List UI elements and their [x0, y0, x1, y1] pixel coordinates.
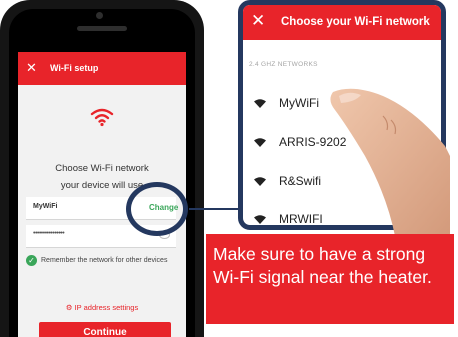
front-camera: [96, 12, 103, 19]
network-name: MyWiFi: [279, 96, 319, 110]
wifi-icon: [90, 108, 114, 127]
zoom-title: Choose your Wi-Fi network: [281, 16, 430, 28]
close-icon[interactable]: ✕: [26, 60, 37, 76]
continue-button[interactable]: Continue: [39, 322, 171, 337]
ip-settings-label: IP address settings: [74, 303, 139, 312]
app-header: ✕ Wi-Fi setup: [18, 52, 186, 85]
network-name: MRWIFI: [279, 212, 323, 226]
password-mask: ••••••••••••••••: [33, 230, 65, 237]
wifi-icon: [254, 177, 266, 186]
wifi-icon: [254, 215, 266, 224]
network-name: R&Swifi: [279, 174, 322, 188]
wifi-icon: [254, 99, 266, 108]
close-icon[interactable]: ✕: [251, 11, 265, 31]
gear-icon: ⚙: [65, 303, 73, 312]
ip-address-settings-link[interactable]: ⚙ IP address settings: [18, 303, 186, 312]
page-title: Wi-Fi setup: [50, 63, 99, 73]
remember-network-toggle[interactable]: ✓ Remember the network for other devices: [26, 255, 186, 267]
tip-banner: Make sure to have a strong Wi-Fi signal …: [206, 234, 454, 324]
choose-line-1: Choose Wi-Fi network: [55, 163, 149, 174]
tip-text: Make sure to have a strong Wi-Fi signal …: [213, 244, 432, 287]
phone-frame: ✕ Wi-Fi setup Choose Wi-Fi network your …: [0, 0, 204, 337]
callout-connector: [189, 208, 238, 210]
wifi-icon: [254, 138, 266, 147]
checkmark-icon[interactable]: ✓: [26, 255, 37, 266]
pointing-finger-image: [330, 88, 450, 236]
ssid-value: MyWiFi: [33, 203, 58, 210]
section-label: 2.4 GHZ NETWORKS: [249, 61, 318, 68]
remember-label: Remember the network for other devices: [41, 257, 168, 264]
callout-highlight-circle: [126, 182, 188, 236]
earpiece-speaker: [77, 26, 127, 31]
zoom-header: ✕ Choose your Wi-Fi network: [243, 5, 441, 40]
